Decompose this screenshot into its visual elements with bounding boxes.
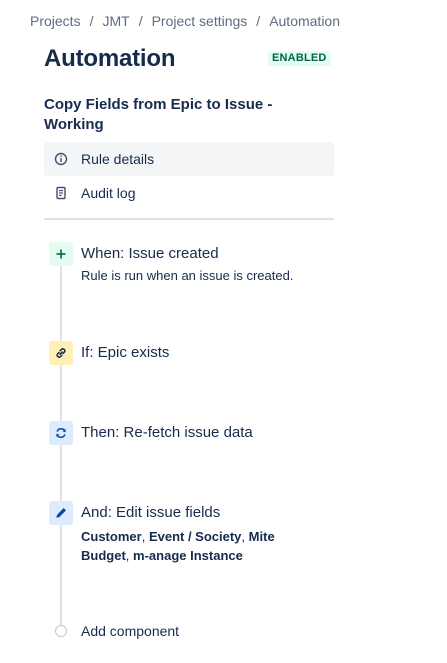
step-title: And: Edit issue fields — [81, 504, 221, 521]
link-icon — [49, 341, 73, 365]
breadcrumb-separator: / — [138, 13, 143, 29]
pencil-icon — [49, 501, 73, 525]
breadcrumb-automation[interactable]: Automation — [269, 13, 340, 29]
step-title: Then: Re-fetch issue data — [81, 424, 253, 441]
breadcrumb-separator: / — [256, 13, 261, 29]
nav-item-rule-details[interactable]: Rule details — [44, 142, 334, 176]
info-icon — [54, 152, 68, 166]
rule-nav: Rule details Audit log — [44, 142, 334, 210]
field-separator: , — [125, 548, 130, 563]
field-name: Event / Society — [148, 529, 242, 544]
step-field-list: Customer, Event / Society, Mite Budget, … — [81, 527, 311, 565]
field-separator: , — [241, 529, 246, 544]
step-title: When: Issue created — [81, 245, 219, 262]
step-title: If: Epic exists — [81, 344, 170, 361]
page-title: Automation — [44, 45, 176, 72]
breadcrumb-project-settings[interactable]: Project settings — [152, 13, 248, 29]
refresh-icon — [49, 421, 73, 445]
status-badge: ENABLED — [268, 51, 331, 66]
nav-item-label: Audit log — [81, 185, 136, 201]
document-icon — [54, 186, 68, 200]
nav-item-audit-log[interactable]: Audit log — [44, 176, 334, 210]
plus-icon — [49, 242, 73, 266]
divider — [44, 218, 334, 220]
field-separator: , — [141, 529, 146, 544]
add-component-button[interactable]: Add component — [81, 623, 179, 639]
field-name: Customer — [81, 529, 142, 544]
breadcrumb-projects[interactable]: Projects — [30, 13, 81, 29]
nav-item-label: Rule details — [81, 151, 155, 167]
step-description: Rule is run when an issue is created. — [81, 268, 294, 283]
breadcrumb-jmt[interactable]: JMT — [102, 13, 129, 29]
field-name: m-anage Instance — [133, 548, 243, 563]
add-component-dot[interactable] — [55, 625, 67, 637]
breadcrumb-separator: / — [89, 13, 94, 29]
timeline-line — [60, 262, 62, 628]
breadcrumb: Projects / JMT / Project settings / Automation — [30, 13, 340, 29]
rule-name: Copy Fields from Epic to Issue - Working — [44, 96, 273, 133]
